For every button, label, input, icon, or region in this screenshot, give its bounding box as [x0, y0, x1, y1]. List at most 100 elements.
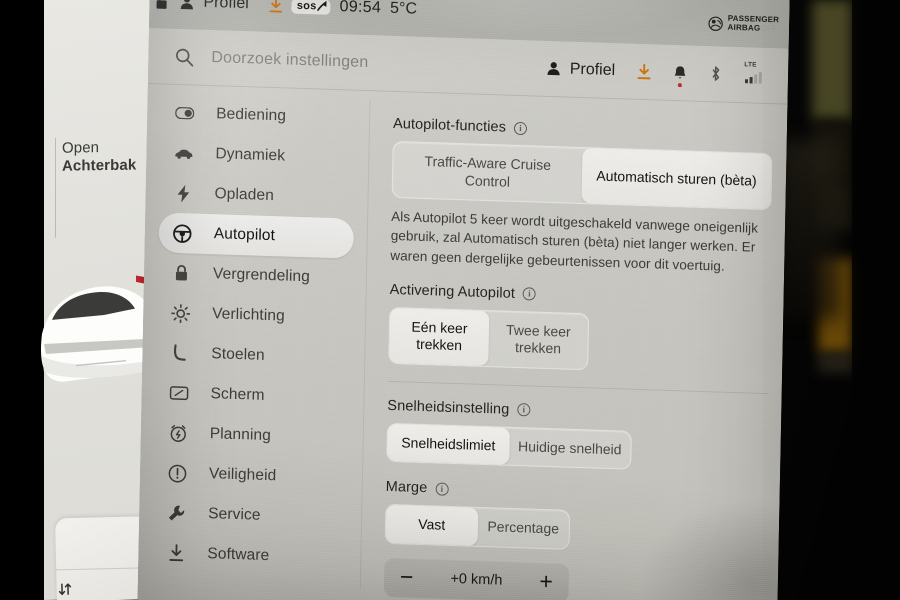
segment-twee-keer-trekken[interactable]: Twee keer trekken	[488, 311, 588, 369]
autopilot-functies-description: Als Autopilot 5 keer wordt uitgeschakeld…	[390, 208, 759, 274]
sos-button[interactable]: sos	[291, 0, 331, 15]
section-title-row: Snelheidsinstelling i	[387, 398, 767, 426]
clock-schedule-icon	[169, 423, 188, 443]
stepper-increment-button[interactable]: +	[539, 568, 553, 594]
info-icon[interactable]: i	[522, 287, 537, 301]
bolt-icon	[173, 183, 192, 203]
sidebar-item-autopilot[interactable]: Autopilot	[158, 212, 355, 259]
lte-signal-icon[interactable]: LTE	[744, 61, 766, 84]
ambient-reflection-wood	[780, 140, 840, 320]
section-activering-autopilot: Activering Autopilot i Eén keer trekken …	[388, 282, 769, 376]
info-icon[interactable]: i	[513, 121, 528, 135]
passenger-airbag-indicator: PASSENGER AIRBAGOFF	[707, 14, 779, 34]
segment-huidige-snelheid[interactable]: Huidige snelheid	[509, 428, 631, 469]
header-profile-label: Profiel	[569, 60, 616, 79]
person-icon[interactable]	[179, 0, 194, 10]
settings-search-field[interactable]: Doorzoek instellingen	[174, 46, 546, 78]
lte-label: LTE	[744, 60, 757, 69]
settings-content-pane: Autopilot-functies i Traffic-Aware Cruis…	[383, 116, 773, 600]
sidebar-item-label: Verlichting	[212, 305, 285, 325]
section-snelheidsinstelling: Snelheidsinstelling i Snelheidslimiet Hu…	[386, 398, 767, 475]
software-download-icon[interactable]	[269, 0, 283, 13]
status-clock: 09:54	[339, 0, 382, 17]
sidebar-item-scherm[interactable]: Scherm	[155, 372, 356, 418]
status-bar-left-group: Profiel sos 09:54 5°C	[155, 0, 417, 19]
sidebar-item-software[interactable]: Software	[152, 532, 353, 578]
sidebar-item-service[interactable]: Service	[153, 492, 354, 538]
sos-label: sos	[296, 0, 317, 12]
marge-segmented-control[interactable]: Vast Percentage	[384, 504, 571, 550]
notification-dot	[677, 82, 682, 87]
sidebar-item-vergrendeling[interactable]: Vergrendeling	[158, 252, 359, 298]
segment-percentage[interactable]: Percentage	[477, 508, 569, 548]
section-marge: Marge i Vast Percentage − +0 km/h +	[383, 479, 766, 600]
display-icon	[169, 383, 189, 403]
bell-icon[interactable]	[673, 64, 687, 87]
sun-brightness-icon	[171, 303, 191, 323]
stepper-decrement-button[interactable]: −	[400, 564, 414, 590]
download-arrow-icon	[166, 543, 185, 563]
segment-een-keer-trekken[interactable]: Eén keer trekken	[389, 307, 490, 366]
tesla-touchscreen: Profiel sos 09:54 5°C PASSENGER AIRBAGOF…	[137, 0, 790, 600]
section-title-row: Marge i	[386, 479, 766, 507]
sidebar-item-label: Software	[207, 545, 270, 565]
toggle-switch-icon	[175, 103, 195, 123]
section-divider	[387, 380, 768, 395]
stepper-value: +0 km/h	[450, 570, 503, 589]
sidebar-item-label: Service	[208, 505, 261, 524]
section-title-row: Activering Autopilot i	[390, 282, 770, 310]
phone-handset-icon	[317, 0, 327, 12]
activering-autopilot-segmented-control[interactable]: Eén keer trekken Twee keer trekken	[388, 306, 590, 371]
passenger-airbag-icon	[707, 16, 723, 31]
marge-stepper[interactable]: − +0 km/h +	[383, 556, 570, 600]
sidebar-item-bediening[interactable]: Bediening	[161, 92, 362, 138]
up-down-arrows-icon[interactable]	[58, 581, 74, 597]
ambient-reflection-olive	[812, 0, 852, 120]
info-icon[interactable]: i	[517, 403, 531, 417]
bluetooth-icon[interactable]	[709, 65, 722, 82]
autopilot-functies-segmented-control[interactable]: Traffic-Aware Cruise Control Automatisch…	[391, 140, 773, 211]
status-temperature: 5°C	[389, 0, 418, 18]
sidebar-item-label: Autopilot	[213, 225, 276, 245]
sidebar-item-label: Dynamiek	[215, 145, 286, 165]
section-title: Activering Autopilot	[389, 281, 516, 302]
sidebar-item-dynamiek[interactable]: Dynamiek	[160, 132, 361, 178]
section-autopilot-functies: Autopilot-functies i Traffic-Aware Cruis…	[390, 116, 773, 277]
sidebar-item-label: Scherm	[210, 385, 265, 404]
search-icon	[176, 48, 194, 66]
seat-icon	[170, 343, 189, 363]
section-title: Marge	[385, 479, 428, 497]
alert-circle-icon	[168, 463, 187, 483]
ambient-dark-right	[852, 0, 900, 600]
info-icon[interactable]: i	[435, 482, 449, 496]
sidebar-item-veiligheid[interactable]: Veiligheid	[154, 452, 355, 498]
segment-automatisch-sturen[interactable]: Automatisch sturen (bèta)	[581, 148, 772, 210]
settings-header-icons: Profiel LTE	[546, 59, 767, 87]
status-profile-label[interactable]: Profiel	[203, 0, 249, 13]
software-download-icon[interactable]	[637, 63, 651, 79]
steering-wheel-icon	[173, 223, 192, 243]
sidebar-item-opladen[interactable]: Opladen	[159, 172, 360, 218]
sidebar-item-planning[interactable]: Planning	[154, 412, 355, 458]
segment-snelheidslimiet[interactable]: Snelheidslimiet	[387, 423, 510, 466]
ambient-reflection-dim	[818, 353, 854, 373]
settings-sidebar: Bediening Dynamiek Opladen Autopilot Ver	[152, 92, 362, 578]
sidebar-item-label: Bediening	[216, 105, 287, 125]
header-profile-button[interactable]: Profiel	[546, 59, 616, 79]
sidebar-item-stoelen[interactable]: Stoelen	[156, 332, 357, 378]
section-title: Snelheidsinstelling	[387, 397, 510, 418]
person-icon	[547, 62, 560, 76]
airbag-state: OFF	[760, 23, 778, 34]
lock-icon	[172, 263, 191, 283]
sidebar-item-label: Vergrendeling	[212, 265, 311, 286]
sidebar-item-label: Stoelen	[211, 345, 265, 364]
unlocked-padlock-icon[interactable]	[155, 0, 170, 10]
search-placeholder-text: Doorzoek instellingen	[211, 48, 369, 71]
segment-vast[interactable]: Vast	[385, 505, 478, 546]
snelheidsinstelling-segmented-control[interactable]: Snelheidslimiet Huidige snelheid	[386, 422, 632, 471]
sidebar-item-verlichting[interactable]: Verlichting	[157, 292, 358, 338]
airbag-line2: AIRBAG	[727, 22, 761, 33]
wrench-icon	[167, 503, 186, 523]
segment-traffic-aware-cruise-control[interactable]: Traffic-Aware Cruise Control	[393, 142, 583, 203]
vehicle-panel-divider	[55, 137, 56, 238]
